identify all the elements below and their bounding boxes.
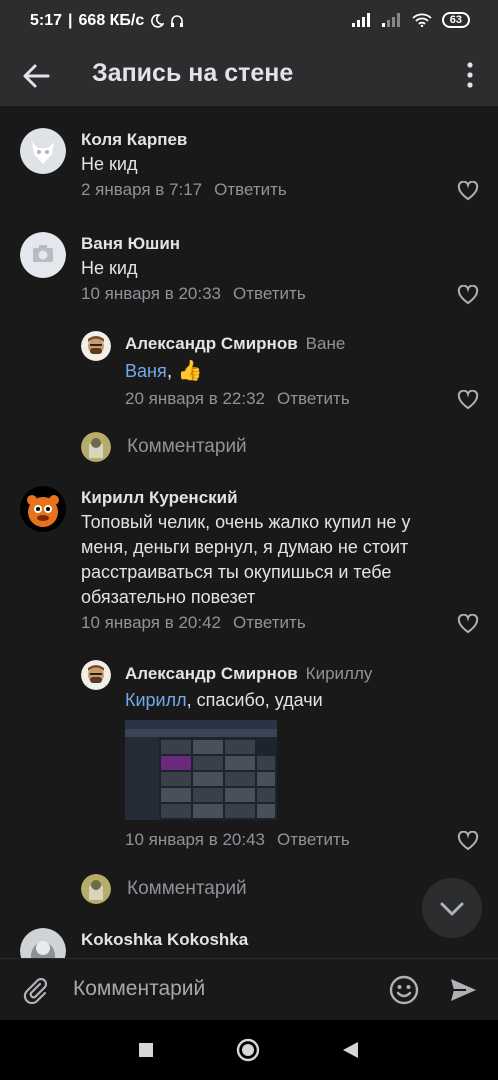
reply-button[interactable]: Ответить — [233, 613, 306, 632]
battery-indicator: 63 — [441, 12, 470, 28]
reply-button[interactable]: Ответить — [277, 830, 350, 849]
avatar[interactable] — [20, 128, 66, 174]
comment-input[interactable]: Комментарий — [73, 977, 205, 1001]
back-nav-icon[interactable] — [342, 1041, 360, 1059]
reply-item: Александр Смирнов Кириллу Кирилл, спасибо… — [0, 646, 498, 866]
comment-date: 10 января в 20:33 — [81, 284, 222, 303]
attached-screenshot[interactable] — [125, 720, 277, 820]
attach-icon[interactable] — [20, 975, 50, 1005]
reply-button[interactable]: Ответить — [277, 389, 350, 408]
comment-author[interactable]: Коля Карпев — [81, 130, 187, 150]
add-comment-placeholder[interactable]: Комментарий — [127, 878, 247, 900]
comment-author[interactable]: Ваня Юшин — [81, 234, 180, 254]
recents-icon[interactable] — [138, 1042, 154, 1058]
page-title: Запись на стене — [92, 59, 294, 87]
heart-icon[interactable] — [457, 390, 479, 410]
comment-author[interactable]: Kokoshka Kokoshka — [81, 930, 248, 950]
signal-2-icon — [381, 13, 400, 27]
chevron-down-icon — [440, 902, 464, 916]
avatar[interactable] — [20, 486, 66, 532]
avatar[interactable] — [20, 928, 66, 958]
comment-item: Кирилл Куренский Топовый челик, очень жа… — [0, 474, 498, 646]
scroll-down-button[interactable] — [422, 878, 482, 938]
more-vertical-icon[interactable] — [462, 60, 478, 90]
reply-button[interactable]: Ответить — [214, 180, 287, 199]
comment-composer: Комментарий — [0, 958, 498, 1021]
reply-to[interactable]: Ване — [306, 334, 346, 353]
reply-button[interactable]: Ответить — [233, 284, 306, 303]
moon-icon — [151, 14, 165, 28]
home-icon[interactable] — [236, 1038, 260, 1062]
comment-text: Не кид — [81, 258, 138, 278]
add-comment-placeholder[interactable]: Комментарий — [127, 436, 247, 458]
mention-link[interactable]: Кирилл — [125, 690, 187, 710]
comment-date: 2 января в 7:17 — [81, 180, 203, 199]
heart-icon[interactable] — [457, 285, 479, 305]
comment-author: Александр Смирнов Кириллу — [125, 664, 373, 683]
comment-author: Александр Смирнов Ване — [125, 334, 346, 353]
heart-icon[interactable] — [457, 181, 479, 201]
app-bar: Запись на стене — [0, 44, 498, 106]
signal-icon — [351, 13, 370, 27]
comment-text: Топовый челик, очень жалко купил не у ме… — [81, 512, 411, 607]
avatar[interactable] — [81, 331, 111, 361]
comment-item: Коля Карпев Не кид 2 января в 7:17 Ответи… — [0, 106, 498, 210]
status-time: 5:17 — [30, 12, 63, 29]
system-nav-bar — [0, 1020, 498, 1080]
comments-feed[interactable]: Коля Карпев Не кид 2 января в 7:17 Ответи… — [0, 106, 498, 958]
network-speed: 668 КБ/с — [78, 12, 145, 29]
emoji-icon[interactable] — [388, 974, 420, 1006]
back-arrow-icon[interactable] — [18, 58, 54, 94]
comment-date: 20 января в 22:32 — [125, 389, 266, 408]
headphones-icon — [171, 15, 184, 27]
comment-text: Кирилл, спасибо, удачи — [125, 690, 323, 710]
avatar[interactable] — [81, 660, 111, 690]
heart-icon[interactable] — [457, 614, 479, 634]
reply-item: Александр Смирнов Ване Ваня, 👍 20 января … — [0, 314, 498, 414]
status-bar: 5:17 | 668 КБ/с 63 — [0, 0, 498, 44]
heart-icon[interactable] — [457, 831, 479, 851]
comment-date: 10 января в 20:42 — [81, 613, 222, 632]
comment-item: Ваня Юшин Не кид 10 января в 20:33 Ответи… — [0, 210, 498, 314]
my-avatar — [81, 432, 111, 462]
comment-text: Не кид — [81, 154, 138, 174]
wifi-icon — [412, 13, 432, 27]
comment-text: Ваня, 👍 — [125, 360, 203, 382]
comment-date: 10 января в 20:43 — [125, 830, 266, 849]
mention-link[interactable]: Ваня — [125, 361, 167, 381]
reply-to[interactable]: Кириллу — [306, 664, 373, 683]
send-icon[interactable] — [448, 975, 478, 1005]
add-comment-row[interactable]: Комментарий — [0, 424, 498, 474]
avatar[interactable] — [20, 232, 66, 278]
my-avatar — [81, 874, 111, 904]
comment-author[interactable]: Кирилл Куренский — [81, 488, 238, 508]
